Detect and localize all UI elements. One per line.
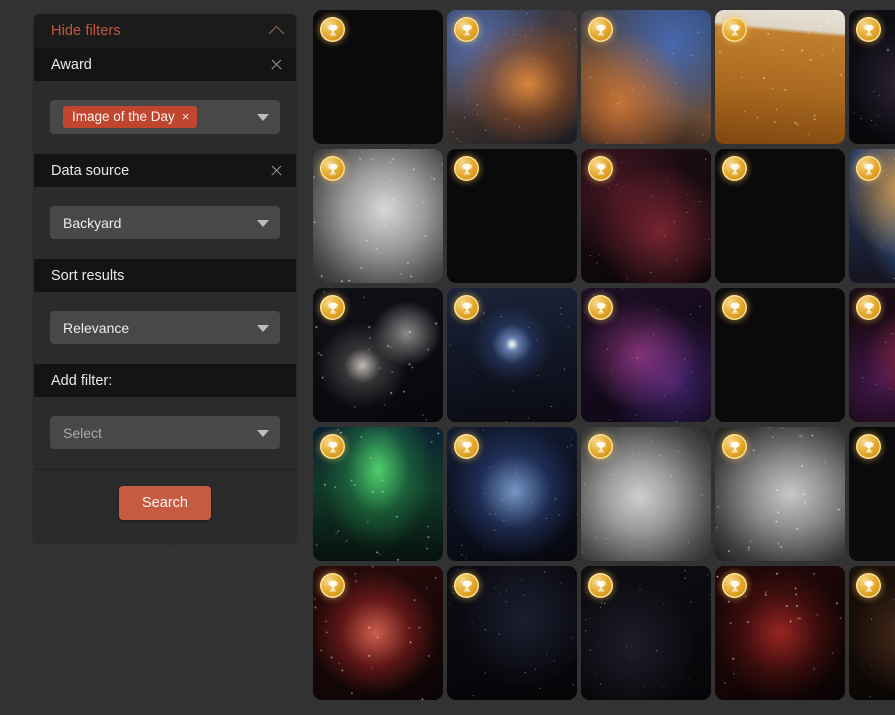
trophy-icon [722, 573, 747, 598]
chevron-up-icon[interactable] [268, 25, 285, 41]
image-result-tile[interactable] [849, 288, 895, 422]
trophy-icon [320, 295, 345, 320]
close-icon[interactable] [270, 164, 283, 177]
add-filter-value: Select [63, 424, 102, 441]
image-result-tile[interactable] [581, 427, 711, 561]
image-result-tile[interactable] [313, 149, 443, 283]
image-results-grid [313, 10, 895, 700]
filter-section-title-data-source: Data source [51, 162, 130, 179]
filter-section-body-award: Image of the Day × [34, 81, 296, 154]
close-icon[interactable] [270, 58, 283, 71]
image-result-tile[interactable] [447, 427, 577, 561]
image-result-tile[interactable] [313, 427, 443, 561]
trophy-icon [454, 156, 479, 181]
image-result-tile[interactable] [849, 427, 895, 561]
image-result-tile[interactable] [447, 566, 577, 700]
trophy-icon [856, 295, 881, 320]
image-result-tile[interactable] [715, 427, 845, 561]
trophy-icon [454, 17, 479, 42]
trophy-icon [320, 573, 345, 598]
search-row: Search [34, 469, 296, 542]
image-result-tile[interactable] [581, 10, 711, 144]
image-result-tile[interactable] [715, 566, 845, 700]
filter-section-header-sort-results: Sort results [34, 259, 296, 292]
trophy-icon [722, 17, 747, 42]
trophy-icon [722, 156, 747, 181]
data-source-value: Backyard [63, 214, 122, 231]
image-result-tile[interactable] [447, 10, 577, 144]
trophy-icon [320, 156, 345, 181]
trophy-icon [856, 156, 881, 181]
image-result-tile[interactable] [581, 288, 711, 422]
trophy-icon [856, 434, 881, 459]
trophy-icon [588, 434, 613, 459]
image-result-tile[interactable] [581, 149, 711, 283]
filter-chip-image-of-the-day[interactable]: Image of the Day × [63, 105, 198, 129]
app-root: Hide filters Award Image of the Day × Da… [0, 0, 895, 715]
filter-section-body-data-source: Backyard [34, 187, 296, 259]
results-area [313, 0, 895, 715]
filter-section-title-add-filter: Add filter: [51, 372, 113, 389]
trophy-icon [588, 156, 613, 181]
trophy-icon [856, 17, 881, 42]
trophy-icon [588, 295, 613, 320]
image-result-tile[interactable] [313, 566, 443, 700]
image-result-tile[interactable] [581, 566, 711, 700]
filter-section-header-award: Award [34, 48, 296, 81]
sort-results-select[interactable]: Relevance [50, 311, 280, 344]
image-result-tile[interactable] [447, 149, 577, 283]
award-multiselect[interactable]: Image of the Day × [50, 100, 280, 134]
hide-filters-label: Hide filters [51, 23, 121, 39]
image-result-tile[interactable] [715, 10, 845, 144]
close-icon[interactable]: × [182, 110, 190, 123]
trophy-icon [454, 573, 479, 598]
image-result-tile[interactable] [313, 288, 443, 422]
image-result-tile[interactable] [313, 10, 443, 144]
chevron-down-icon[interactable] [257, 324, 269, 332]
trophy-icon [320, 17, 345, 42]
filter-section-body-sort-results: Relevance [34, 292, 296, 364]
data-source-select[interactable]: Backyard [50, 206, 280, 239]
chevron-down-icon[interactable] [257, 429, 269, 437]
trophy-icon [588, 573, 613, 598]
trophy-icon [454, 295, 479, 320]
filters-sidebar: Hide filters Award Image of the Day × Da… [0, 0, 313, 715]
hide-filters-toggle[interactable]: Hide filters [34, 14, 296, 48]
filter-section-title-sort-results: Sort results [51, 267, 125, 284]
trophy-icon [722, 295, 747, 320]
chevron-down-icon[interactable] [257, 114, 269, 121]
filter-section-body-add-filter: Select [34, 397, 296, 469]
filter-section-header-add-filter: Add filter: [34, 364, 296, 397]
image-result-tile[interactable] [447, 288, 577, 422]
filter-section-header-data-source: Data source [34, 154, 296, 187]
filter-chip-label: Image of the Day [72, 108, 175, 124]
filter-section-title-award: Award [51, 56, 92, 73]
chevron-down-icon[interactable] [257, 219, 269, 227]
image-result-tile[interactable] [849, 566, 895, 700]
trophy-icon [454, 434, 479, 459]
sort-results-value: Relevance [63, 319, 130, 336]
trophy-icon [856, 573, 881, 598]
image-result-tile[interactable] [715, 288, 845, 422]
filters-card: Hide filters Award Image of the Day × Da… [34, 14, 296, 542]
trophy-icon [722, 434, 747, 459]
search-button[interactable]: Search [119, 486, 211, 520]
image-result-tile[interactable] [715, 149, 845, 283]
image-result-tile[interactable] [849, 10, 895, 144]
image-result-tile[interactable] [849, 149, 895, 283]
trophy-icon [320, 434, 345, 459]
add-filter-select[interactable]: Select [50, 416, 280, 449]
trophy-icon [588, 17, 613, 42]
